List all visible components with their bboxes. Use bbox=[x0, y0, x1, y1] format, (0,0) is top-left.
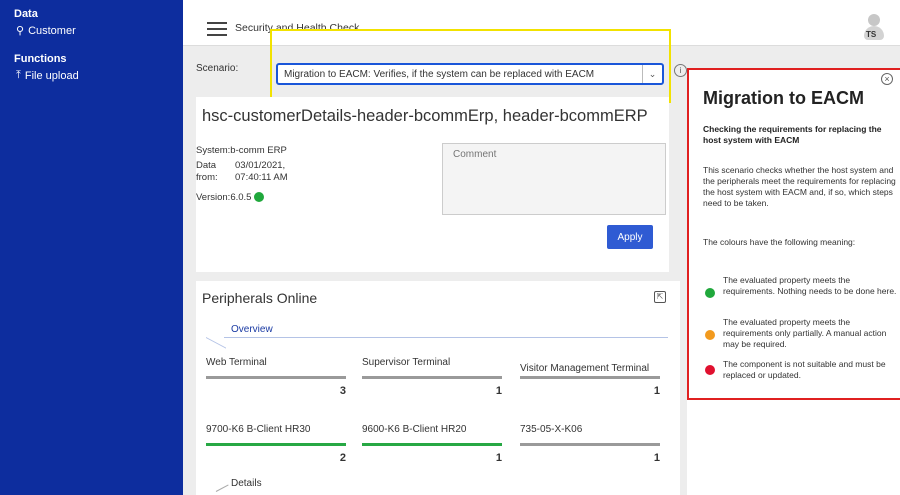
peripherals-title: Peripherals Online bbox=[202, 290, 318, 306]
peripheral-name: Visitor Management Terminal bbox=[520, 363, 650, 374]
peripheral-count: 1 bbox=[495, 385, 502, 397]
legend-text: The evaluated property meets the require… bbox=[723, 317, 887, 349]
red-dot-icon bbox=[705, 365, 715, 375]
data-time: 07:40:11 AM bbox=[235, 172, 288, 183]
data-from-label: Data bbox=[196, 160, 217, 171]
peripheral-name: Supervisor Terminal bbox=[362, 357, 451, 368]
version-text: Version:6.0.5 bbox=[196, 192, 252, 203]
info-panel: × Migration to EACM Checking the require… bbox=[687, 68, 900, 495]
page-title: Security and Health Check bbox=[235, 22, 360, 34]
tab-overview[interactable]: Overview bbox=[231, 324, 273, 335]
info-icon[interactable]: i bbox=[674, 64, 687, 77]
peripheral-count: 3 bbox=[339, 385, 346, 397]
avatar[interactable]: TS bbox=[862, 14, 886, 40]
peripherals-card: Peripherals Online ⇱ Overview Web Termin… bbox=[196, 281, 680, 495]
apply-button[interactable]: Apply bbox=[607, 225, 653, 249]
info-panel-subtitle: Checking the requirements for replacing … bbox=[703, 124, 882, 145]
upload-icon: ⤒ bbox=[16, 69, 21, 81]
person-icon: ⚲ bbox=[16, 25, 25, 37]
hamburger-menu-icon[interactable] bbox=[207, 22, 227, 36]
peripheral-count: 1 bbox=[653, 452, 660, 464]
system-details-card: hsc-customerDetails-header-bcommErp, hea… bbox=[196, 97, 669, 272]
sidebar-item-file-upload[interactable]: ⤒ File upload bbox=[0, 67, 183, 84]
sidebar-item-customer[interactable]: ⚲ Customer bbox=[0, 22, 183, 39]
top-header: Security and Health Check TS bbox=[183, 0, 900, 46]
peripheral-name: 9600-K6 B-Client HR20 bbox=[362, 424, 467, 435]
data-date: 03/01/2021, bbox=[235, 160, 286, 171]
legend-text: The evaluated property meets the require… bbox=[723, 275, 897, 296]
peripheral-tile[interactable]: 735-05-X-K06 1 bbox=[520, 411, 660, 466]
peripheral-count: 2 bbox=[339, 452, 346, 464]
peripheral-name: 735-05-X-K06 bbox=[520, 424, 583, 435]
status-ok-icon bbox=[254, 192, 265, 203]
scenario-label: Scenario: bbox=[196, 63, 239, 74]
green-dot-icon bbox=[705, 288, 715, 298]
close-icon[interactable]: × bbox=[881, 73, 893, 85]
peripheral-tile[interactable]: Web Terminal 3 bbox=[206, 344, 346, 399]
sidebar-section-functions: Functions bbox=[14, 53, 67, 65]
expand-icon[interactable]: ⇱ bbox=[654, 291, 666, 303]
legend-text: The component is not suitable and must b… bbox=[723, 359, 886, 380]
peripheral-tile[interactable]: 9600-K6 B-Client HR20 1 bbox=[362, 411, 502, 466]
orange-dot-icon bbox=[705, 330, 715, 340]
chevron-down-icon[interactable]: ⌄ bbox=[642, 65, 662, 83]
comment-field[interactable] bbox=[442, 143, 666, 215]
sidebar-item-label: Customer bbox=[28, 24, 76, 37]
peripheral-count: 1 bbox=[653, 385, 660, 397]
peripheral-tile[interactable]: Visitor Management Terminal 1 bbox=[520, 344, 660, 399]
peripheral-name: 9700-K6 B-Client HR30 bbox=[206, 424, 311, 435]
sidebar: Data ⚲ Customer Functions ⤒ File upload bbox=[0, 0, 183, 495]
card-title: hsc-customerDetails-header-bcommErp, hea… bbox=[202, 107, 648, 125]
info-panel-title: Migration to EACM bbox=[703, 88, 864, 108]
scenario-selected-value: Migration to EACM: Verifies, if the syst… bbox=[284, 69, 595, 80]
info-panel-description: This scenario checks whether the host sy… bbox=[703, 165, 896, 208]
peripheral-tile[interactable]: Supervisor Terminal 1 bbox=[362, 344, 502, 399]
scenario-select[interactable]: Migration to EACM: Verifies, if the syst… bbox=[276, 63, 664, 85]
system-name: System:b-comm ERP bbox=[196, 145, 287, 156]
avatar-initials: TS bbox=[866, 30, 877, 39]
peripheral-name: Web Terminal bbox=[206, 357, 267, 368]
sidebar-item-label: File upload bbox=[24, 69, 79, 82]
peripheral-tile[interactable]: 9700-K6 B-Client HR30 2 bbox=[206, 411, 346, 466]
sidebar-section-data: Data bbox=[14, 8, 38, 20]
data-from-label-2: from: bbox=[196, 172, 218, 183]
tab-details[interactable]: Details bbox=[231, 478, 262, 489]
version-row: Version:6.0.5 bbox=[196, 192, 265, 203]
colors-intro: The colours have the following meaning: bbox=[703, 237, 856, 247]
peripheral-count: 1 bbox=[495, 452, 502, 464]
